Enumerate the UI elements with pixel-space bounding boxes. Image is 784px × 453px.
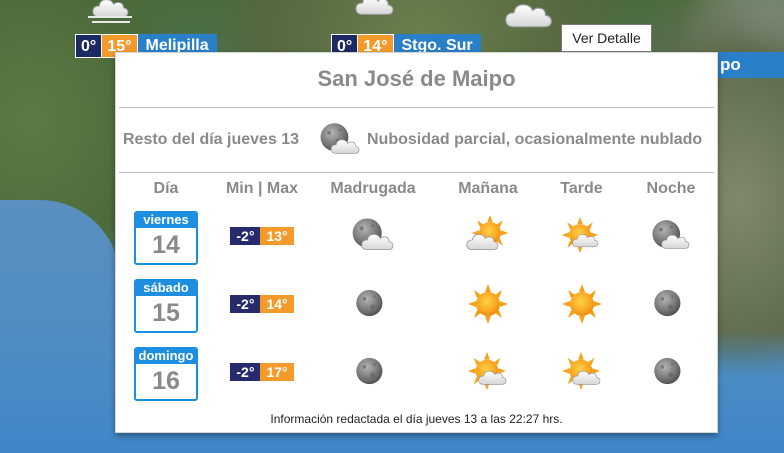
today-summary: Resto del día jueves 13 Nubosidad parcia… — [119, 108, 714, 173]
forecast-header-row: Día Min | Max Madrugada Mañana Tarde Noc… — [116, 180, 717, 202]
forecast-table: Día Min | Max Madrugada Mañana Tarde Noc… — [116, 180, 717, 406]
calendar-date: 16 — [152, 367, 180, 395]
header-day: Día — [153, 180, 179, 197]
clear-night-icon — [356, 357, 383, 385]
min-temp: -2° — [230, 227, 261, 245]
table-row: viernes 14 -2° 13° — [116, 202, 717, 270]
header-minmax: Min | Max — [225, 180, 299, 197]
map-station-edge-label[interactable]: po — [712, 52, 784, 78]
calendar-weekday: viernes — [136, 213, 196, 228]
partly-cloudy-day-icon — [561, 216, 598, 254]
partly-cloudy-night-icon — [320, 123, 360, 154]
clear-night-icon — [654, 357, 681, 385]
panel-title: San José de Maipo — [119, 53, 714, 108]
header-noche: Noche — [646, 180, 696, 197]
sunny-icon — [561, 284, 602, 324]
map-cloud-icon[interactable] — [500, 0, 556, 34]
min-max-temps: -2° 17° — [230, 363, 294, 381]
clear-night-icon — [356, 289, 383, 317]
max-temp: 17° — [260, 363, 294, 381]
partly-cloudy-night-icon — [652, 220, 690, 249]
forecast-panel: San José de Maipo Resto del día jueves 1… — [115, 52, 718, 433]
header-tarde: Tarde — [560, 180, 603, 197]
header-madrugada: Madrugada — [330, 180, 416, 197]
clear-night-icon — [654, 289, 681, 317]
ver-detalle-tooltip: Ver Detalle — [561, 24, 652, 52]
max-temp: 14° — [260, 295, 294, 313]
min-temp: -2° — [230, 363, 261, 381]
partly-cloudy-day-icon — [468, 352, 507, 390]
table-row: sábado 15 -2° 14° — [116, 270, 717, 338]
station-min-temp: 0° — [75, 34, 103, 58]
calendar-day: viernes 14 — [134, 211, 198, 265]
calendar-weekday: sábado — [136, 281, 196, 296]
today-description: Nubosidad parcial, ocasionalmente nublad… — [367, 131, 703, 148]
min-max-temps: -2° 14° — [230, 295, 294, 313]
partly-cloudy-night-icon — [352, 218, 394, 251]
sunny-icon — [468, 284, 508, 324]
calendar-weekday: domingo — [136, 349, 196, 364]
calendar-day: domingo 16 — [134, 347, 198, 401]
partly-cloudy-day-icon — [466, 216, 509, 252]
table-row: domingo 16 -2° 17° — [116, 338, 717, 406]
today-label: Resto del día jueves 13 — [123, 131, 300, 148]
partly-cloudy-day-icon — [561, 352, 600, 390]
header-manana: Mañana — [458, 180, 518, 197]
map-cloud-icon[interactable] — [350, 0, 398, 20]
calendar-date: 15 — [152, 299, 180, 327]
info-footer: Información redactada el día jueves 13 a… — [270, 412, 563, 426]
max-temp: 13° — [260, 227, 294, 245]
calendar-date: 14 — [152, 231, 180, 259]
map-fog-icon[interactable] — [86, 0, 134, 26]
calendar-day: sábado 15 — [134, 279, 198, 333]
min-max-temps: -2° 13° — [230, 227, 294, 245]
min-temp: -2° — [230, 295, 261, 313]
